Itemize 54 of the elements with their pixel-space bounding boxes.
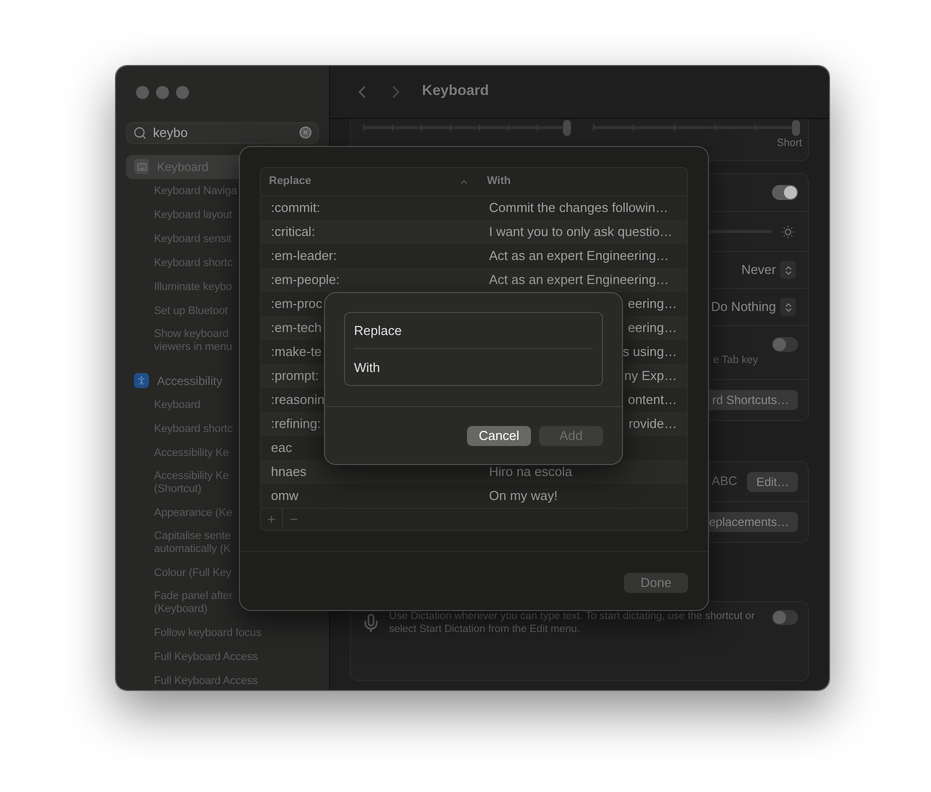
keyboard-icon bbox=[134, 159, 149, 174]
search-input[interactable]: keybo bbox=[153, 123, 293, 142]
table-cell-text: eac bbox=[271, 439, 292, 458]
table-cell-text: I want you to only ask questio… bbox=[488, 223, 674, 242]
window-control[interactable] bbox=[156, 86, 169, 99]
table-cell-text: Hiro na escola bbox=[488, 463, 574, 482]
table-cell-text: :make-te bbox=[271, 343, 322, 362]
toggle-switch[interactable] bbox=[772, 610, 798, 625]
remove-button[interactable]: − bbox=[283, 509, 305, 530]
add-button[interactable]: + bbox=[261, 509, 283, 530]
table-cell-text: eering… bbox=[626, 319, 678, 338]
slider-label: Short bbox=[776, 136, 802, 150]
search-icon bbox=[133, 126, 147, 140]
window-control[interactable] bbox=[176, 86, 189, 99]
slider-thumb[interactable] bbox=[792, 120, 800, 136]
select-control[interactable]: Never bbox=[741, 260, 796, 280]
edit-button[interactable]: Edit… bbox=[747, 472, 798, 492]
clear-icon[interactable] bbox=[299, 126, 312, 140]
input-source-value: ABC bbox=[712, 473, 738, 490]
table-cell-text: :em-tech bbox=[271, 319, 322, 338]
table-cell-text: :prompt: bbox=[271, 367, 319, 386]
table-cell-text: Act as an expert Engineering… bbox=[488, 247, 670, 266]
table-cell-text: :critical: bbox=[271, 223, 316, 242]
form-fields[interactable]: Replace With bbox=[344, 312, 603, 386]
table-cell-text: :em-people: bbox=[271, 271, 340, 290]
done-button[interactable]: Done bbox=[624, 573, 688, 593]
toggle-switch[interactable] bbox=[772, 337, 798, 352]
table-cell-text: ontent… bbox=[626, 391, 678, 410]
search-field[interactable]: keybo bbox=[126, 122, 319, 144]
table-cell-text: :refining: bbox=[271, 415, 321, 434]
toggle-switch[interactable] bbox=[772, 185, 798, 200]
table-cell-text: eering… bbox=[626, 295, 678, 314]
select-control[interactable]: Do Nothing bbox=[710, 297, 796, 317]
table-cell-text: On my way! bbox=[488, 487, 559, 506]
dialog-button[interactable]: Cancel bbox=[467, 426, 531, 446]
table-cell-text: ny Exp… bbox=[623, 367, 678, 386]
table-cell-text: :commit: bbox=[271, 199, 320, 218]
input-field[interactable]: Replace bbox=[354, 313, 593, 349]
window-title: Keyboard bbox=[422, 82, 489, 102]
table-cell-text: omw bbox=[271, 487, 298, 506]
column-header[interactable]: With bbox=[481, 168, 687, 195]
table-cell-text: hnaes bbox=[271, 463, 306, 482]
table-cell-text: :em-proc bbox=[271, 295, 322, 314]
accessibility-icon bbox=[134, 373, 149, 388]
table-cell-text: Act as an expert Engineering… bbox=[488, 271, 670, 290]
table-cell-text: s using… bbox=[622, 343, 678, 362]
window-control[interactable] bbox=[136, 86, 149, 99]
sun-icon bbox=[780, 224, 796, 240]
input-field[interactable]: With bbox=[354, 349, 593, 385]
table-cell-text: :reasonin bbox=[271, 391, 324, 410]
slider-thumb[interactable] bbox=[562, 120, 570, 136]
table-cell-text: :em-leader: bbox=[271, 247, 337, 266]
table-cell-text: Commit the changes followin… bbox=[488, 199, 670, 218]
table-cell-text: rovide… bbox=[628, 415, 678, 434]
